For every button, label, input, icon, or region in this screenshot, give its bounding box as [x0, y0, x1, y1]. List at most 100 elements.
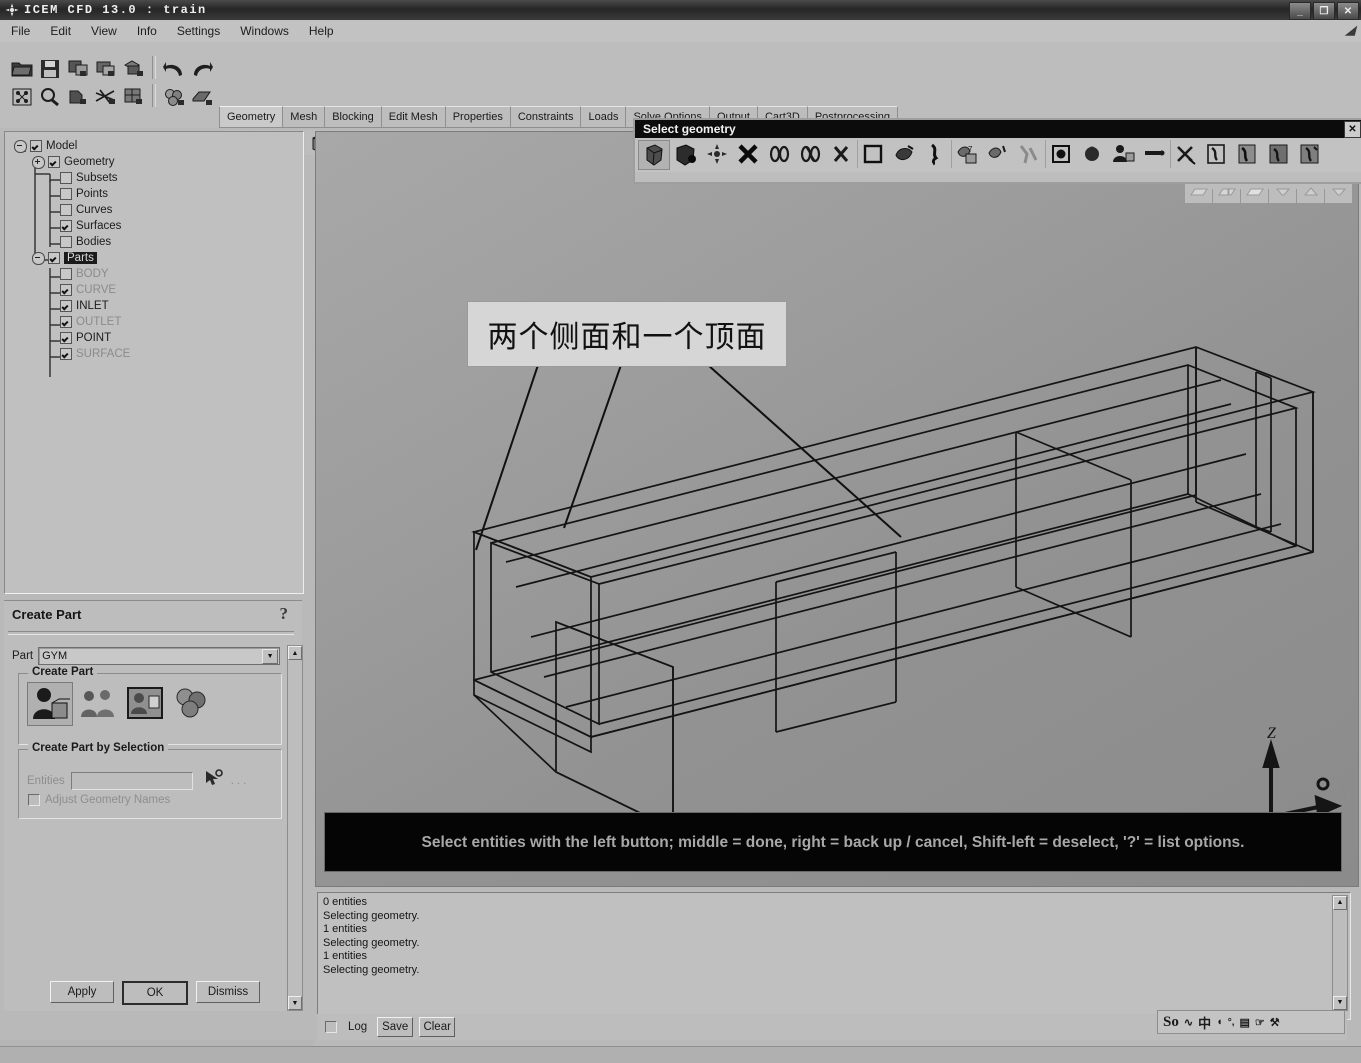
tab-geometry[interactable]: Geometry [219, 106, 282, 128]
halfwidth-icon[interactable]: ◖ [1216, 1016, 1223, 1028]
chevron-down-icon[interactable]: ▼ [262, 649, 278, 664]
softkeyboard-icon[interactable]: ▤ [1240, 1016, 1250, 1029]
tree-node-subsets[interactable]: Subsets [60, 170, 130, 186]
select-curve-icon[interactable] [764, 140, 794, 168]
toolbox-icon[interactable]: ☞ [1255, 1016, 1265, 1029]
menu-file[interactable]: File [2, 22, 39, 40]
cancel-selection-icon[interactable] [733, 140, 763, 168]
chinese-mode-icon[interactable]: 中 [1198, 1013, 1211, 1032]
checkbox-model[interactable] [30, 140, 42, 152]
checkbox-geometry[interactable] [48, 156, 60, 168]
tab-edit-mesh[interactable]: Edit Mesh [381, 106, 445, 128]
zoom-icon[interactable] [36, 84, 63, 109]
checkbox-point[interactable] [60, 332, 72, 344]
caret-down-icon[interactable]: ▼ [1333, 996, 1347, 1010]
checkbox-curves[interactable] [60, 204, 72, 216]
create-part-merge-icon[interactable] [170, 682, 214, 724]
tab-properties[interactable]: Properties [445, 106, 510, 128]
menu-edit[interactable]: Edit [41, 22, 80, 40]
select-by-subset-icon[interactable] [920, 140, 950, 168]
tree-node-body[interactable]: BODY [60, 266, 130, 282]
checkbox-surfaces[interactable] [60, 220, 72, 232]
create-part-by-box-icon[interactable] [123, 682, 167, 724]
expander-icon[interactable] [32, 156, 45, 169]
save-mesh-icon[interactable] [120, 84, 147, 109]
mesh-icon[interactable] [188, 84, 215, 109]
settings-icon[interactable]: ⚒ [1270, 1016, 1280, 1029]
open-folder-icon[interactable] [8, 56, 35, 81]
message-log-pane[interactable]: 0 entities Selecting geometry. 1 entitie… [317, 892, 1351, 1020]
toggle-visible-icon[interactable] [1045, 140, 1076, 168]
ime-status-bar[interactable]: So ∿ 中 ◖ °, ▤ ☞ ⚒ [1157, 1010, 1345, 1034]
log-checkbox[interactable] [325, 1021, 337, 1033]
checkbox-subsets[interactable] [60, 172, 72, 184]
menu-help[interactable]: Help [300, 22, 343, 40]
caret-up-icon[interactable]: ▲ [288, 646, 302, 660]
save-project-icon[interactable] [64, 56, 91, 81]
checkbox-parts[interactable] [48, 252, 60, 264]
redo-icon[interactable] [188, 56, 215, 81]
select-surface-icon[interactable] [795, 140, 825, 168]
select-all-appropriate-icon[interactable] [638, 140, 670, 170]
paint-select-icon[interactable] [1264, 140, 1294, 168]
tree-node-surface[interactable]: SURFACE [60, 346, 130, 362]
caret-up-icon[interactable]: ▲ [1333, 896, 1347, 910]
checkbox-points[interactable] [60, 188, 72, 200]
select-unselected-icon[interactable] [1108, 140, 1138, 168]
checkbox-bodies[interactable] [60, 236, 72, 248]
save-as-icon[interactable] [92, 56, 119, 81]
adjust-geometry-names-row[interactable]: Adjust Geometry Names [28, 794, 170, 806]
display-tree-icon[interactable] [8, 84, 35, 109]
expander-icon[interactable] [14, 140, 27, 153]
pinyin-icon[interactable]: ∿ [1184, 1016, 1193, 1029]
select-by-part-icon[interactable] [889, 140, 919, 168]
tab-blocking[interactable]: Blocking [324, 106, 381, 128]
menu-settings[interactable]: Settings [168, 22, 229, 40]
select-by-angle-icon[interactable] [983, 140, 1013, 168]
checkbox-body[interactable] [60, 268, 72, 280]
select-items-in-part-icon[interactable] [671, 140, 701, 168]
tree-node-inlet[interactable]: INLET [60, 298, 130, 314]
tree-node-points[interactable]: Points [60, 186, 130, 202]
import-geometry-icon[interactable] [120, 56, 147, 81]
tab-mesh[interactable]: Mesh [282, 106, 324, 128]
polygon-select-icon[interactable] [1233, 140, 1263, 168]
close-button[interactable]: ✕ [1337, 2, 1359, 20]
select-by-family-icon[interactable] [1014, 140, 1044, 168]
tab-constraints[interactable]: Constraints [510, 106, 581, 128]
punctuation-icon[interactable]: °, [1228, 1017, 1235, 1028]
checkbox-curve[interactable] [60, 284, 72, 296]
circle-select-icon[interactable] [1202, 140, 1232, 168]
create-part-from-points-icon[interactable] [76, 682, 120, 724]
replay-icon[interactable] [64, 84, 91, 109]
panel-scrollbar[interactable]: ▲ ▼ [287, 645, 303, 1011]
select-hidden-icon[interactable] [1077, 140, 1107, 168]
checkbox-outlet[interactable] [60, 316, 72, 328]
select-polygon-icon[interactable] [857, 140, 888, 168]
tree-node-parts[interactable]: Parts [32, 250, 130, 266]
blocking-icon[interactable] [160, 84, 187, 109]
apply-button[interactable]: Apply [50, 981, 114, 1003]
checkbox-inlet[interactable] [60, 300, 72, 312]
tree-node-geometry[interactable]: Geometry [32, 154, 130, 170]
log-clear-button[interactable]: Clear [419, 1017, 455, 1037]
deselect-icon[interactable] [826, 140, 856, 168]
dismiss-button[interactable]: Dismiss [196, 981, 260, 1003]
tree-node-curves[interactable]: Curves [60, 202, 130, 218]
menu-info[interactable]: Info [128, 22, 166, 40]
select-all-points-icon[interactable] [702, 140, 732, 168]
checkbox-surface[interactable] [60, 348, 72, 360]
cursor-select-icon[interactable] [203, 769, 223, 792]
single-select-icon[interactable] [1139, 140, 1169, 168]
model-tree[interactable]: Model Geometry Subsets Points Curves [4, 131, 304, 594]
tree-node-bodies[interactable]: Bodies [60, 234, 130, 250]
detach-icon[interactable]: ◢ [1346, 23, 1355, 37]
save-icon[interactable] [36, 56, 63, 81]
menu-view[interactable]: View [82, 22, 126, 40]
more-options-button[interactable]: ... [231, 775, 250, 787]
create-part-from-entities-icon[interactable] [27, 682, 73, 726]
tree-node-model[interactable]: Model [14, 138, 130, 154]
tree-node-surfaces[interactable]: Surfaces [60, 218, 130, 234]
expander-icon[interactable] [32, 252, 45, 265]
adjust-geometry-names-checkbox[interactable] [28, 794, 40, 806]
